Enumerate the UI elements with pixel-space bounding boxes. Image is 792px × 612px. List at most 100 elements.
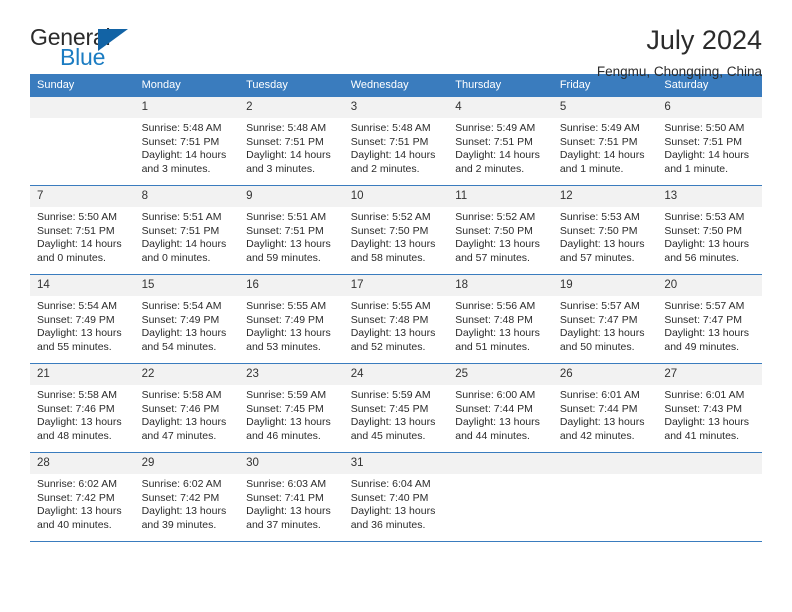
day-cell[interactable]: 21 Sunrise: 5:58 AM Sunset: 7:46 PM Dayligh… (30, 364, 135, 452)
daylight-text-line2: and 1 minute. (559, 162, 624, 175)
sunrise-text: Sunrise: 5:55 AM (350, 300, 431, 312)
calendar-week-row: 1 Sunrise: 5:48 AM Sunset: 7:51 PM Daylight… (30, 96, 762, 186)
daylight-text-line1: Daylight: 13 hours (246, 238, 331, 250)
day-cell[interactable]: 8 Sunrise: 5:51 AM Sunset: 7:51 PM Daylight… (134, 186, 240, 274)
calendar-body: 1 Sunrise: 5:48 AM Sunset: 7:51 PM Daylight… (30, 96, 762, 542)
day-number: 31 (343, 453, 449, 474)
day-cell[interactable]: 26 Sunrise: 6:01 AM Sunset: 7:44 PM Dayligh… (552, 364, 658, 452)
day-cell[interactable]: 13 Sunrise: 5:53 AM Sunset: 7:50 PM Dayligh… (657, 186, 762, 274)
sunrise-text: Sunrise: 5:48 AM (141, 122, 222, 134)
daylight-text-line1: Daylight: 13 hours (664, 327, 750, 339)
daylight-text-line1: Daylight: 14 hours (37, 238, 122, 250)
day-cell[interactable]: 27 Sunrise: 6:01 AM Sunset: 7:43 PM Dayligh… (657, 364, 762, 452)
day-number: 16 (239, 275, 344, 296)
day-cell[interactable]: 14 Sunrise: 5:54 AM Sunset: 7:49 PM Dayligh… (30, 275, 135, 363)
day-number: 12 (552, 186, 658, 207)
day-cell[interactable]: 30 Sunrise: 6:03 AM Sunset: 7:41 PM Dayligh… (239, 453, 344, 541)
day-details: Sunrise: 5:49 AM Sunset: 7:51 PM Daylight:… (553, 118, 658, 176)
day-cell[interactable]: 7 Sunrise: 5:50 AM Sunset: 7:51 PM Daylight… (30, 186, 135, 274)
day-cell[interactable]: 23 Sunrise: 5:59 AM Sunset: 7:45 PM Dayligh… (239, 364, 344, 452)
day-cell[interactable]: 1 Sunrise: 5:48 AM Sunset: 7:51 PM Daylight… (134, 97, 240, 185)
sunset-text: Sunset: 7:50 PM (455, 224, 533, 237)
day-cell[interactable]: 31 Sunrise: 6:04 AM Sunset: 7:40 PM Dayligh… (343, 453, 449, 541)
sunrise-text: Sunrise: 5:52 AM (350, 211, 431, 223)
daylight-text-line1: Daylight: 14 hours (664, 149, 750, 161)
day-cell[interactable]: 4 Sunrise: 5:49 AM Sunset: 7:51 PM Daylight… (448, 97, 553, 185)
sunset-text: Sunset: 7:48 PM (455, 313, 533, 326)
day-details: Sunrise: 5:48 AM Sunset: 7:51 PM Daylight:… (135, 118, 240, 176)
general-blue-logo[interactable]: General Blue (30, 26, 140, 72)
daylight-text-line1: Daylight: 13 hours (350, 505, 436, 517)
page-title: July 2024 (646, 25, 762, 55)
day-cell[interactable]: 11 Sunrise: 5:52 AM Sunset: 7:50 PM Dayligh… (448, 186, 553, 274)
day-number: 6 (657, 97, 762, 118)
day-cell[interactable]: 17 Sunrise: 5:55 AM Sunset: 7:48 PM Dayligh… (343, 275, 449, 363)
daylight-text-line2: and 58 minutes. (350, 251, 426, 264)
sunrise-text: Sunrise: 5:52 AM (455, 211, 536, 223)
sunset-text: Sunset: 7:51 PM (455, 135, 533, 148)
day-cell[interactable]: 9 Sunrise: 5:51 AM Sunset: 7:51 PM Daylight… (239, 186, 344, 274)
day-number (448, 453, 553, 474)
day-cell-empty (657, 453, 762, 541)
calendar-week-row: 21 Sunrise: 5:58 AM Sunset: 7:46 PM Dayligh… (30, 363, 762, 453)
day-number: 3 (343, 97, 449, 118)
daylight-text-line2: and 0 minutes. (141, 251, 211, 264)
day-number: 28 (30, 453, 135, 474)
daylight-text-line2: and 51 minutes. (455, 340, 530, 353)
day-number: 15 (134, 275, 240, 296)
day-cell[interactable]: 22 Sunrise: 5:58 AM Sunset: 7:46 PM Dayligh… (134, 364, 240, 452)
sunrise-text: Sunrise: 5:50 AM (37, 211, 117, 223)
calendar-week-row: 14 Sunrise: 5:54 AM Sunset: 7:49 PM Dayligh… (30, 274, 762, 364)
daylight-text-line2: and 46 minutes. (246, 429, 321, 442)
day-details: Sunrise: 6:02 AM Sunset: 7:42 PM Daylight:… (135, 474, 240, 532)
day-details (657, 474, 762, 478)
day-cell[interactable]: 28 Sunrise: 6:02 AM Sunset: 7:42 PM Dayligh… (30, 453, 135, 541)
sunset-text: Sunset: 7:42 PM (141, 491, 220, 504)
daylight-text-line1: Daylight: 14 hours (141, 238, 227, 250)
sunrise-text: Sunrise: 5:58 AM (37, 389, 117, 401)
location-subtitle: Fengmu, Chongqing, China (596, 63, 762, 79)
sunrise-text: Sunrise: 6:02 AM (37, 478, 117, 490)
day-details: Sunrise: 5:59 AM Sunset: 7:45 PM Daylight:… (344, 385, 449, 443)
day-cell[interactable]: 16 Sunrise: 5:55 AM Sunset: 7:49 PM Dayligh… (239, 275, 344, 363)
day-cell[interactable]: 19 Sunrise: 5:57 AM Sunset: 7:47 PM Dayligh… (552, 275, 658, 363)
sunrise-text: Sunrise: 5:51 AM (141, 211, 222, 223)
daylight-text-line1: Daylight: 13 hours (141, 505, 227, 517)
daylight-text-line1: Daylight: 13 hours (455, 327, 540, 339)
daylight-text-line1: Daylight: 13 hours (455, 238, 540, 250)
day-cell[interactable]: 6 Sunrise: 5:50 AM Sunset: 7:51 PM Daylight… (657, 97, 762, 185)
day-cell[interactable]: 5 Sunrise: 5:49 AM Sunset: 7:51 PM Daylight… (552, 97, 658, 185)
sunset-text: Sunset: 7:49 PM (141, 313, 220, 326)
day-number: 21 (30, 364, 135, 385)
day-cell[interactable]: 24 Sunrise: 5:59 AM Sunset: 7:45 PM Dayligh… (343, 364, 449, 452)
day-details: Sunrise: 5:51 AM Sunset: 7:51 PM Daylight:… (239, 207, 344, 265)
day-cell[interactable]: 12 Sunrise: 5:53 AM Sunset: 7:50 PM Dayligh… (552, 186, 658, 274)
day-cell[interactable]: 25 Sunrise: 6:00 AM Sunset: 7:44 PM Dayligh… (448, 364, 553, 452)
sunset-text: Sunset: 7:51 PM (559, 135, 638, 148)
day-number: 11 (448, 186, 553, 207)
day-details: Sunrise: 6:01 AM Sunset: 7:43 PM Daylight:… (657, 385, 762, 443)
day-details: Sunrise: 5:53 AM Sunset: 7:50 PM Daylight:… (553, 207, 658, 265)
daylight-text-line1: Daylight: 13 hours (141, 416, 227, 428)
day-cell[interactable]: 10 Sunrise: 5:52 AM Sunset: 7:50 PM Dayligh… (343, 186, 449, 274)
day-cell[interactable]: 3 Sunrise: 5:48 AM Sunset: 7:51 PM Daylight… (343, 97, 449, 185)
day-cell[interactable]: 2 Sunrise: 5:48 AM Sunset: 7:51 PM Daylight… (239, 97, 344, 185)
day-number (552, 453, 658, 474)
daylight-text-line1: Daylight: 14 hours (141, 149, 227, 161)
day-cell[interactable]: 29 Sunrise: 6:02 AM Sunset: 7:42 PM Dayligh… (134, 453, 240, 541)
daylight-text-line2: and 2 minutes. (455, 162, 525, 175)
calendar-week-row: 28 Sunrise: 6:02 AM Sunset: 7:42 PM Dayligh… (30, 452, 762, 542)
daylight-text-line1: Daylight: 13 hours (37, 416, 122, 428)
daylight-text-line2: and 42 minutes. (559, 429, 635, 442)
day-details: Sunrise: 5:52 AM Sunset: 7:50 PM Daylight:… (448, 207, 553, 265)
logo-text-blue: Blue (60, 44, 106, 70)
day-cell[interactable]: 15 Sunrise: 5:54 AM Sunset: 7:49 PM Dayligh… (134, 275, 240, 363)
daylight-text-line2: and 36 minutes. (350, 518, 426, 531)
day-cell[interactable]: 20 Sunrise: 5:57 AM Sunset: 7:47 PM Dayligh… (657, 275, 762, 363)
sunset-text: Sunset: 7:51 PM (141, 224, 220, 237)
sunset-text: Sunset: 7:50 PM (559, 224, 638, 237)
day-cell[interactable]: 18 Sunrise: 5:56 AM Sunset: 7:48 PM Dayligh… (448, 275, 553, 363)
daylight-text-line2: and 37 minutes. (246, 518, 321, 531)
sunrise-text: Sunrise: 5:50 AM (664, 122, 745, 134)
sunrise-text: Sunrise: 5:56 AM (455, 300, 536, 312)
